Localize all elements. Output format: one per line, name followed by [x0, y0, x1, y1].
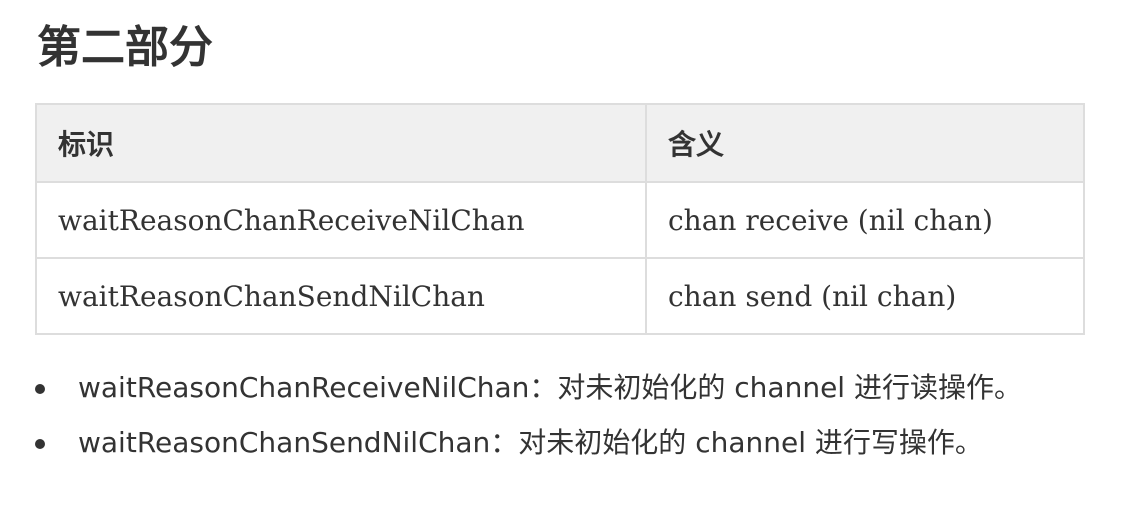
section-title: 第二部分 [37, 22, 213, 73]
list-item-text: waitReasonChanReceiveNilChan：对未初始化的 chan… [78, 371, 1022, 404]
cell-meaning: chan send (nil chan) [645, 257, 1085, 335]
cell-meaning: chan receive (nil chan) [645, 181, 1085, 259]
table-row: waitReasonChanReceiveNilChan chan receiv… [35, 181, 1085, 259]
header-identifier: 标识 [35, 103, 647, 183]
wait-reason-table: 标识 含义 waitReasonChanReceiveNilChan chan … [35, 103, 1085, 335]
list-item-text: waitReasonChanSendNilChan：对未初始化的 channel… [78, 426, 983, 459]
cell-identifier: waitReasonChanReceiveNilChan [35, 181, 647, 259]
list-item: waitReasonChanSendNilChan：对未初始化的 channel… [0, 417, 1138, 472]
header-meaning: 含义 [645, 103, 1085, 183]
table-row: waitReasonChanSendNilChan chan send (nil… [35, 257, 1085, 335]
bullet-icon [35, 384, 45, 394]
document-page: 第二部分 标识 含义 waitReasonChanReceiveNilChan … [0, 0, 1138, 512]
bullet-icon [35, 439, 45, 449]
notes-list: waitReasonChanReceiveNilChan：对未初始化的 chan… [0, 362, 1138, 472]
table-header-row: 标识 含义 [35, 103, 1085, 183]
list-item: waitReasonChanReceiveNilChan：对未初始化的 chan… [0, 362, 1138, 417]
cell-identifier: waitReasonChanSendNilChan [35, 257, 647, 335]
